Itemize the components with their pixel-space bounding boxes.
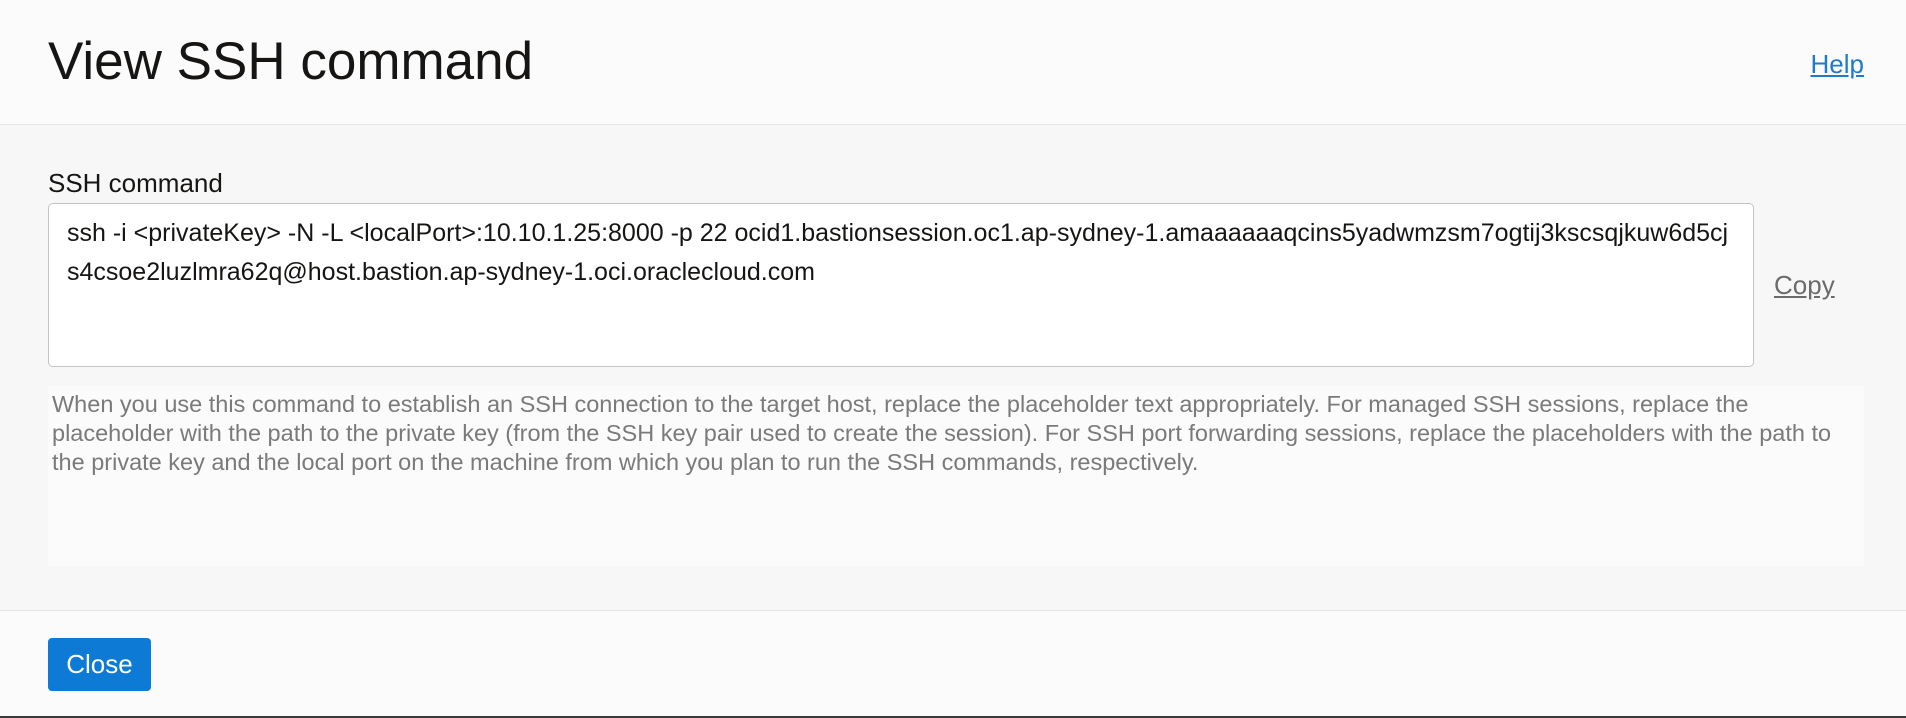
dialog-title: View SSH command (48, 32, 534, 91)
ssh-command-textarea[interactable]: ssh -i <privateKey> -N -L <localPort>:10… (48, 203, 1754, 367)
dialog-header: View SSH command Help (0, 0, 1906, 125)
ssh-command-dialog: View SSH command Help SSH command ssh -i… (0, 0, 1906, 717)
help-text: When you use this command to establish a… (48, 386, 1864, 566)
help-link[interactable]: Help (1811, 48, 1864, 80)
ssh-command-label: SSH command (48, 168, 223, 198)
copy-link[interactable]: Copy (1774, 269, 1835, 301)
dialog-body: SSH command ssh -i <privateKey> -N -L <l… (0, 125, 1906, 609)
close-button[interactable]: Close (48, 638, 151, 691)
dialog-footer: Close (0, 610, 1906, 717)
